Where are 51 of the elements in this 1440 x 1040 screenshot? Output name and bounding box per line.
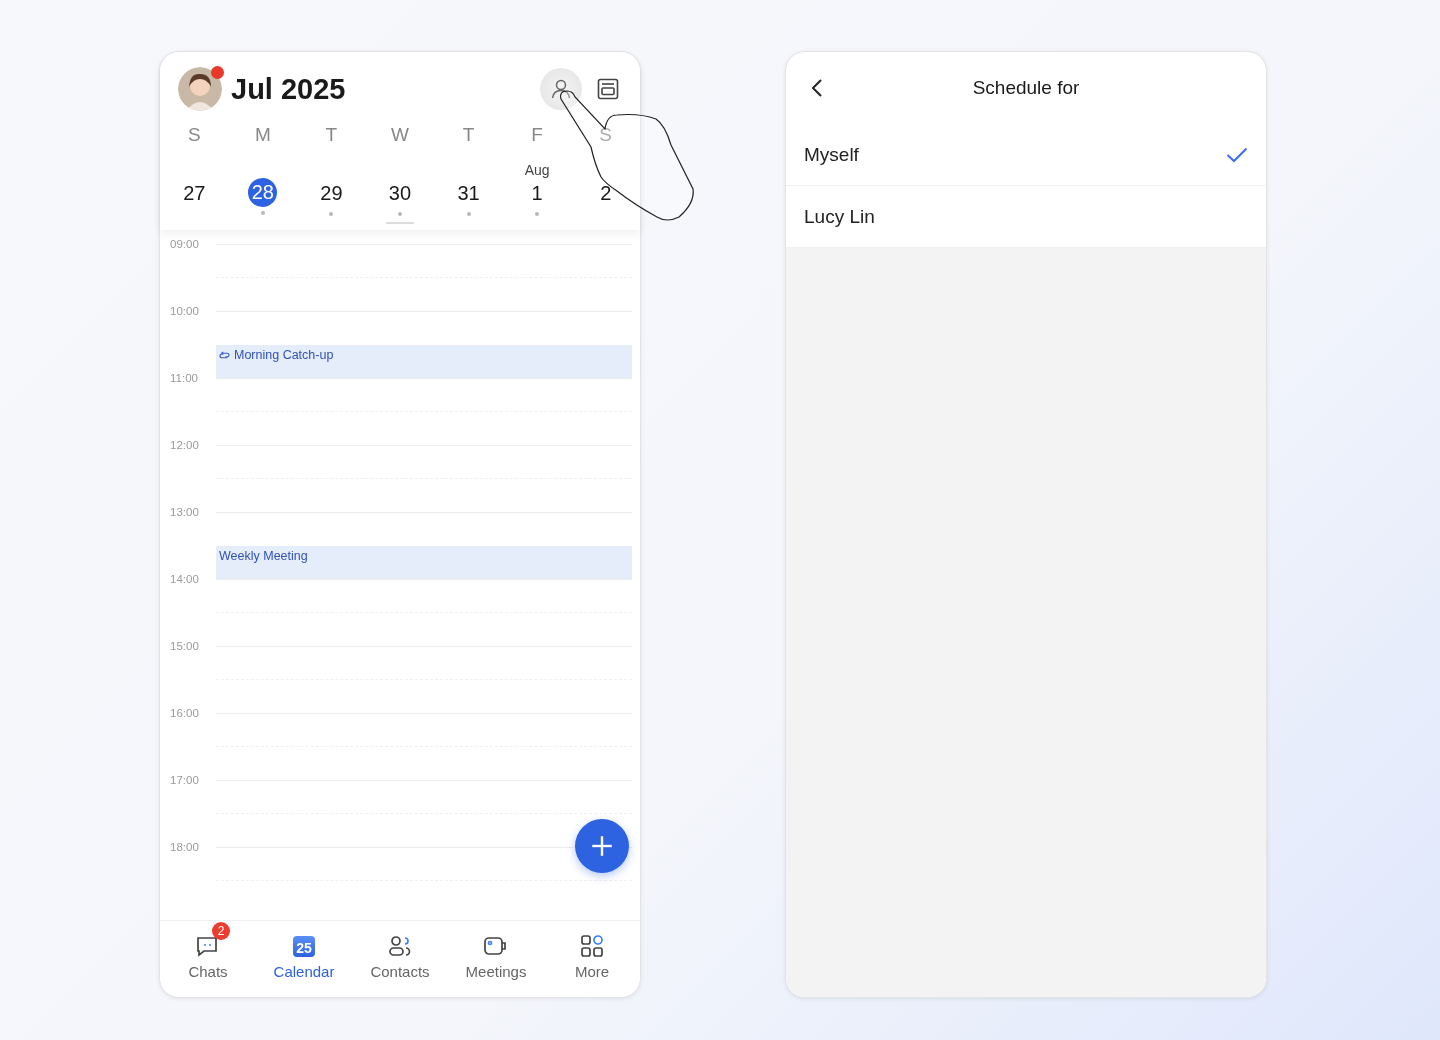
- time-label: 17:00: [170, 774, 200, 786]
- date[interactable]: 2: [590, 178, 621, 208]
- weekday-label: M: [254, 124, 271, 147]
- view-icon[interactable]: [596, 77, 620, 101]
- nav-tab[interactable]: 2 Chats: [160, 921, 256, 997]
- weekday-label: T: [325, 124, 338, 147]
- time-label: 18:00: [170, 841, 200, 853]
- weekday-label: W: [391, 124, 409, 147]
- date[interactable]: 29: [316, 178, 347, 208]
- date[interactable]: 28: [248, 178, 278, 207]
- option-label: Myself: [804, 143, 859, 166]
- plus-icon: [589, 833, 615, 859]
- contacts-icon: [387, 934, 413, 958]
- weekday-label: S: [187, 124, 201, 147]
- time-label: 09:00: [170, 238, 200, 250]
- unread-badge: 2: [212, 922, 230, 940]
- date[interactable]: 31: [453, 178, 484, 208]
- avatar[interactable]: [178, 67, 222, 111]
- date[interactable]: 1: [522, 178, 553, 208]
- event-title: Weekly Meeting: [219, 549, 308, 563]
- time-label: 16:00: [170, 707, 200, 719]
- weekday-label: F: [531, 124, 543, 147]
- add-button[interactable]: [575, 819, 629, 873]
- calendar-icon: 25: [293, 935, 315, 957]
- time-label: 12:00: [170, 439, 200, 451]
- event-title: Morning Catch-up: [234, 348, 334, 362]
- screen-title: Schedule for: [972, 77, 1080, 99]
- nav-tab[interactable]: Meetings: [448, 921, 544, 997]
- event-block[interactable]: Weekly Meeting: [216, 546, 632, 579]
- nav-tab[interactable]: Contacts: [352, 921, 448, 997]
- back-icon[interactable]: [811, 78, 823, 98]
- weekday-label: S: [599, 124, 613, 147]
- time-label: 11:00: [170, 372, 199, 384]
- event-block[interactable]: Morning Catch-up: [216, 345, 632, 378]
- weekday-label: T: [462, 124, 475, 147]
- person-button[interactable]: [540, 68, 582, 110]
- nav-tab[interactable]: More: [544, 921, 640, 997]
- time-label: 15:00: [170, 640, 200, 652]
- month-label: Aug: [524, 162, 550, 178]
- person-icon: [549, 77, 573, 101]
- time-label: 14:00: [170, 573, 200, 585]
- date[interactable]: 30: [385, 178, 415, 208]
- apps-icon: [580, 934, 604, 958]
- camera-icon: [483, 934, 509, 958]
- time-label: 10:00: [170, 305, 200, 317]
- date[interactable]: 27: [179, 178, 210, 208]
- option-row[interactable]: Myself: [786, 124, 1266, 186]
- time-label: 13:00: [170, 506, 200, 518]
- option-label: Lucy Lin: [804, 205, 875, 228]
- month-title: Jul 2025: [231, 72, 346, 106]
- nav-tab[interactable]: 25 Calendar: [256, 921, 352, 997]
